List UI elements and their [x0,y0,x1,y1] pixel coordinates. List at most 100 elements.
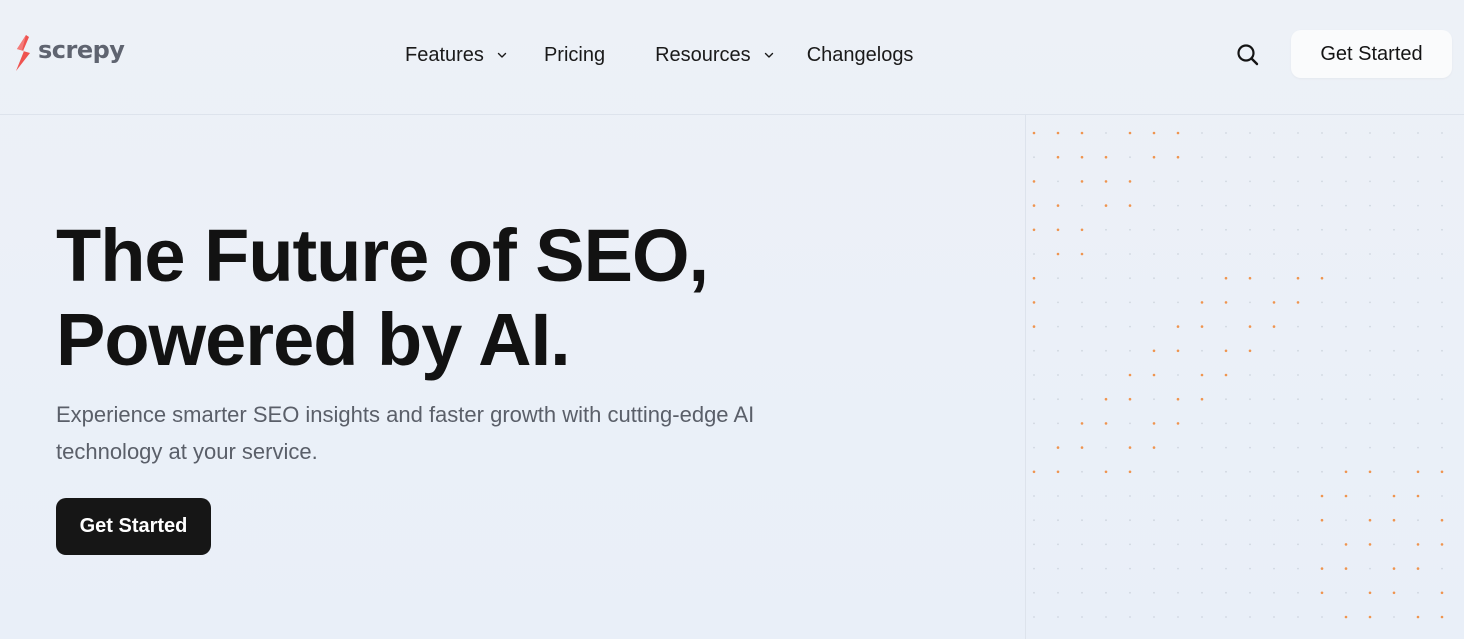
grid-dot [1200,373,1204,377]
grid-dot [1081,567,1083,570]
grid-dot [1153,301,1155,304]
grid-dot [1416,470,1420,474]
hero-title-line-1: The Future of SEO, [56,214,709,297]
grid-dot [1104,204,1108,207]
grid-dot [1033,253,1035,255]
grid-dot [1297,422,1299,425]
grid-dot [1297,349,1299,352]
grid-dot [1297,156,1299,159]
grid-dot [1345,180,1347,183]
grid-dot [1129,591,1131,594]
grid-dot [1441,374,1443,376]
grid-dot [1177,277,1179,280]
grid-dot [1345,398,1347,401]
grid-dot [1224,373,1228,377]
grid-dot [1369,277,1371,280]
grid-dot [1321,422,1323,425]
grid-dot [1057,180,1059,183]
hero-get-started-button[interactable]: Get Started [56,498,211,555]
grid-dot [1345,228,1347,231]
grid-dot [1297,398,1299,401]
grid-dot [1320,518,1324,522]
grid-dot [1081,204,1083,207]
grid-dot [1129,325,1131,328]
grid-dot [1105,543,1107,546]
grid-dot [1320,276,1324,280]
grid-dot [1440,470,1444,474]
nav-item-resources[interactable]: Resources [655,44,775,67]
header-get-started-button[interactable]: Get Started [1291,30,1452,78]
grid-dot [1057,495,1059,497]
hero-title-line-2: Powered by AI. [56,298,571,381]
grid-dot [1057,616,1059,618]
search-icon [1237,44,1259,66]
grid-dot [1033,422,1035,425]
grid-dot [1153,470,1155,473]
brand-logo[interactable]: screpy [12,33,125,73]
grid-dot [1273,398,1275,401]
grid-dot [1369,204,1371,207]
grid-dot [1081,325,1083,328]
grid-dot [1129,253,1131,255]
grid-dot [1248,349,1252,353]
nav-item-features[interactable]: Features [405,44,508,67]
grid-dot [1392,567,1396,570]
grid-dot [1201,495,1203,497]
grid-dot [1392,518,1396,522]
grid-dot [1225,519,1227,522]
grid-dot [1201,446,1203,449]
grid-dot [1105,374,1107,376]
grid-dot [1105,301,1107,304]
grid-dot [1273,422,1275,425]
grid-dot [1345,349,1347,352]
grid-dot [1417,446,1419,449]
grid-dot [1056,228,1060,232]
search-button[interactable] [1235,42,1261,68]
grid-dot [1225,132,1227,134]
grid-dot [1201,422,1203,425]
decorative-dot-grid [1025,115,1464,639]
grid-dot [1225,422,1227,425]
grid-dot [1417,156,1419,159]
grid-dot [1321,543,1323,546]
grid-dot [1369,301,1371,304]
grid-dot [1129,422,1131,425]
grid-dot [1177,616,1179,618]
grid-dot [1393,543,1395,546]
grid-dot [1345,519,1347,522]
grid-dot [1032,276,1036,280]
grid-dot [1297,519,1299,522]
grid-dot [1369,349,1371,352]
nav-item-changelogs[interactable]: Changelogs [807,44,914,67]
grid-dot [1417,349,1419,352]
grid-dot [1225,180,1227,183]
grid-dot [1249,204,1251,207]
nav-item-pricing[interactable]: Pricing [544,44,605,67]
grid-dot [1249,567,1251,570]
grid-dot [1393,616,1395,618]
grid-dot [1369,446,1371,449]
grid-dot [1201,470,1203,473]
grid-dot [1249,616,1251,618]
landing-page: screpy Features Pricing Resources Change… [0,0,1464,639]
grid-dot [1057,301,1059,304]
grid-dot [1128,373,1132,377]
grid-dot [1201,349,1203,352]
grid-dot [1441,132,1443,134]
grid-dot [1369,180,1371,183]
grid-dot [1152,446,1156,449]
grid-dot [1393,422,1395,425]
grid-dot [1105,519,1107,522]
grid-dot [1128,204,1132,207]
grid-dot [1368,591,1372,595]
grid-dot [1297,228,1299,231]
nav-item-label: Resources [655,43,751,66]
grid-dot [1177,495,1179,497]
grid-dot [1128,180,1132,183]
grid-dot [1297,180,1299,183]
grid-dot [1321,204,1323,207]
grid-dot [1417,519,1419,522]
grid-dot [1273,228,1275,231]
grid-dot [1297,204,1299,207]
grid-dot [1417,398,1419,401]
